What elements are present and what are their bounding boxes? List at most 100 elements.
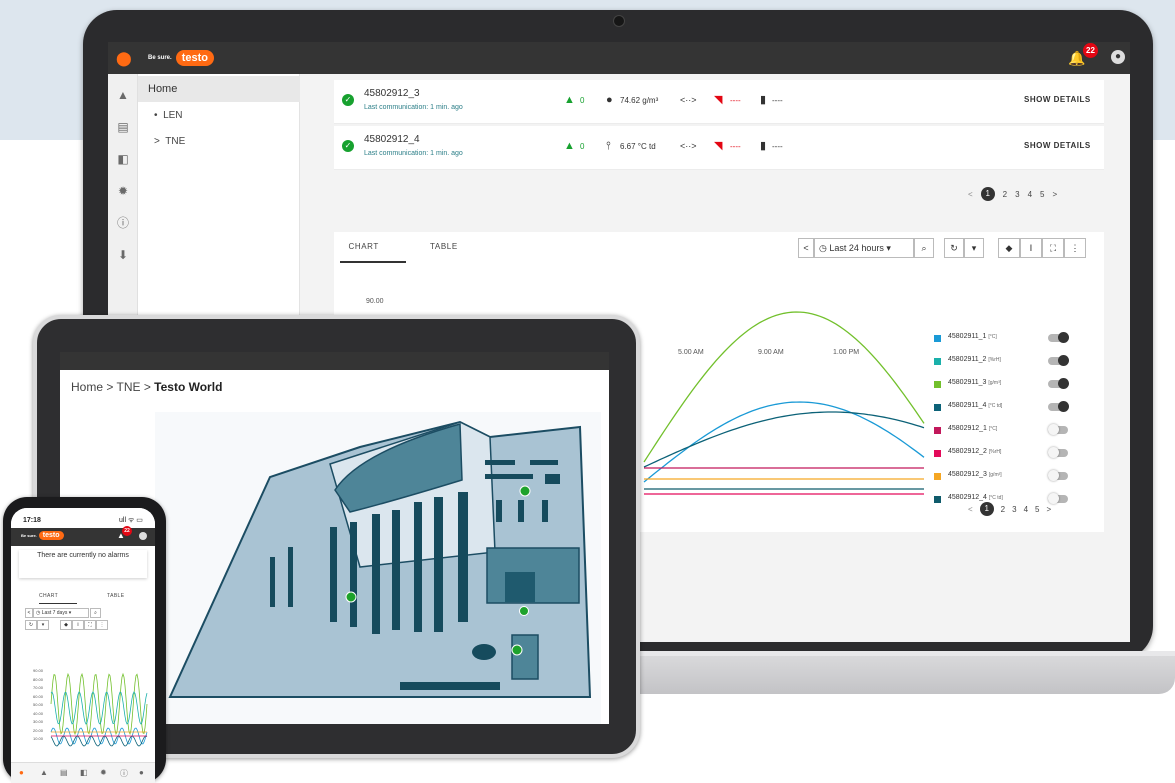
next-page-button[interactable]: > <box>1052 190 1057 199</box>
brand-logo[interactable]: Be sure. testo <box>148 48 214 68</box>
info-icon[interactable]: ⓘ <box>120 768 128 779</box>
legend-series-unit: [%rH] <box>988 449 1002 455</box>
page-button[interactable]: 3 <box>1015 190 1019 199</box>
series-line <box>50 735 148 747</box>
battery-icon: ▮ <box>760 94 767 106</box>
thermometer-icon: ⫯ <box>606 140 611 152</box>
toggle-knob <box>1048 424 1059 435</box>
toggle-knob <box>1058 332 1069 343</box>
device-pagination: < 1 2 3 4 5 > <box>968 187 1057 201</box>
series-toggle[interactable] <box>1048 355 1069 366</box>
list-icon[interactable]: ▤ <box>60 768 68 777</box>
laptop-base <box>560 656 1175 694</box>
brand-logo[interactable]: Be sure. testo <box>21 531 64 540</box>
page-button-current[interactable]: 1 <box>979 502 994 516</box>
legend-item: 45802912_1 [°C] <box>934 424 1084 438</box>
alarm-bell-icon[interactable]: ▲ <box>116 88 130 102</box>
reports-icon[interactable]: ◧ <box>80 768 88 777</box>
page-button[interactable]: 2 <box>1003 190 1007 199</box>
legend-item: 45802912_2 [%rH] <box>934 447 1084 461</box>
device-name: 45802912_3 <box>364 88 420 99</box>
legend-series-name: 45802911_2 <box>948 356 989 363</box>
chevron-down-icon[interactable]: ▾ <box>964 238 984 258</box>
legend-item: 45802911_2 [%rH] <box>934 355 1084 369</box>
device-row[interactable]: ✓ 45802912_3 Last communication: 1 min. … <box>334 80 1104 124</box>
legend-label: 45802911_3 [g/m³] <box>948 379 1001 386</box>
series-line <box>643 311 925 463</box>
alarm-count: 0 <box>580 142 585 151</box>
page-button[interactable]: 2 <box>1001 505 1005 514</box>
refresh-icon[interactable]: ↻ <box>944 238 964 258</box>
chart-panel: CHART TABLE < ◷ Last 7 days ▾ ⌕ ↻ ▾ ◆ Ⅰ … <box>17 586 149 766</box>
user-icon[interactable]: ● <box>139 768 144 777</box>
series-toggle[interactable] <box>1048 332 1069 343</box>
page-button-current[interactable]: 1 <box>980 187 995 201</box>
text-height-icon[interactable]: Ⅰ <box>1020 238 1042 258</box>
gear-icon[interactable]: ✹ <box>116 184 130 198</box>
page-button[interactable]: 4 <box>1028 190 1032 199</box>
last-communication: Last communication: 1 min. ago <box>364 104 463 111</box>
app-header: Be sure. testo ▲ 22 <box>11 526 155 546</box>
legend-series-unit: [°C] <box>988 426 998 432</box>
tree-item-label: TNE <box>165 136 186 147</box>
legend-label: 45802911_1 [°C] <box>948 333 997 340</box>
legend-series-unit: [g/m³] <box>988 472 1002 478</box>
info-icon[interactable]: ⓘ <box>116 216 130 230</box>
page-button[interactable]: 5 <box>1040 190 1044 199</box>
fullscreen-icon[interactable]: ⛶ <box>1042 238 1064 258</box>
series-toggle[interactable] <box>1048 401 1069 412</box>
prev-page-button[interactable]: < <box>968 190 973 199</box>
tree-item-tne[interactable]: > TNE <box>154 136 185 147</box>
series-toggle[interactable] <box>1048 424 1068 435</box>
page-button[interactable]: 4 <box>1024 505 1028 514</box>
sensor-reading: 6.67 °C td <box>620 142 656 151</box>
series-toggle[interactable] <box>1048 378 1069 389</box>
devices-mockup: ⬤ Be sure. testo 🔔 22 ● ▲ ▤ ◧ ✹ ⓘ ⬇ Home… <box>0 0 1175 783</box>
alarm-bell-icon: ▲ <box>564 140 575 152</box>
gear-icon[interactable]: ✹ <box>100 768 107 777</box>
x-tick-label: 5.00 AM <box>678 349 704 356</box>
more-icon[interactable]: ⋮ <box>1064 238 1086 258</box>
phone-screen: 17:18 ull ᯤ ▭ Be sure. testo ▲ 22 There … <box>11 508 155 783</box>
legend-series-name: 45802911_4 <box>948 402 989 409</box>
next-page-button[interactable]: > <box>1046 505 1051 514</box>
legend-series-name: 45802911_3 <box>948 379 989 386</box>
show-details-button[interactable]: SHOW DETAILS <box>1024 95 1091 104</box>
download-icon[interactable]: ⬇ <box>116 248 130 262</box>
series-toggle[interactable] <box>1048 470 1068 481</box>
tree-item-home[interactable]: Home <box>138 76 300 102</box>
list-icon[interactable]: ▤ <box>116 120 130 134</box>
layers-icon[interactable]: ◆ <box>998 238 1020 258</box>
legend-pagination: < 1 2 3 4 5 > <box>968 502 1051 516</box>
phone-status-bar: 17:18 ull ᯤ ▭ <box>11 508 155 528</box>
user-account-icon[interactable] <box>139 532 147 540</box>
sensor-reading: 74.62 g/m³ <box>620 96 659 105</box>
chevron-right-icon: > <box>154 136 160 147</box>
brand-name: testo <box>38 531 64 540</box>
legend-series-unit: [°C td] <box>988 403 1003 409</box>
legend-series-name: 45802912_1 <box>948 425 989 432</box>
reports-icon[interactable]: ◧ <box>116 152 130 166</box>
tree-item-len[interactable]: • LEN <box>154 110 183 121</box>
signal-value: ---- <box>730 142 741 151</box>
user-account-icon[interactable]: ● <box>1111 50 1125 64</box>
alarm-count: 0 <box>580 96 585 105</box>
prev-page-button[interactable]: < <box>968 505 973 514</box>
alarm-bell-icon[interactable]: ▲ <box>40 768 48 777</box>
show-details-button[interactable]: SHOW DETAILS <box>1024 141 1091 150</box>
legend-swatch <box>934 335 941 342</box>
location-pin-icon[interactable]: ⬤ <box>116 51 132 65</box>
series-line <box>643 401 925 483</box>
legend-series-name: 45802912_2 <box>948 448 989 455</box>
connection-arrows-icon: <··> <box>680 141 697 151</box>
device-row[interactable]: ✓ 45802912_4 Last communication: 1 min. … <box>334 126 1104 170</box>
status-ok-icon: ✓ <box>342 140 354 152</box>
wifi-error-icon: ◥ <box>714 94 723 106</box>
phone-bottom-nav: ● ▲ ▤ ◧ ✹ ⓘ ● <box>11 762 155 783</box>
laptop-camera <box>613 15 625 27</box>
page-button[interactable]: 3 <box>1012 505 1016 514</box>
series-toggle[interactable] <box>1048 447 1068 458</box>
tree-bullet: • <box>154 110 158 121</box>
location-pin-icon[interactable]: ● <box>19 768 24 777</box>
page-button[interactable]: 5 <box>1035 505 1039 514</box>
